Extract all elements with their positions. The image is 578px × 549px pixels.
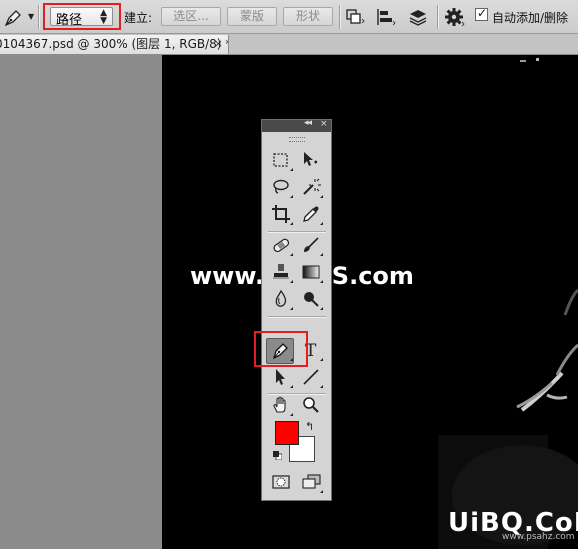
mode-highlight-box — [43, 3, 121, 30]
brush-tool[interactable] — [298, 233, 324, 257]
divider — [268, 316, 326, 318]
close-icon[interactable]: × — [214, 35, 223, 53]
hand-icon — [273, 396, 286, 413]
blur-icon — [275, 289, 287, 307]
divider — [38, 5, 40, 29]
tools-panel-header[interactable]: ◂◂ × — [262, 118, 331, 132]
canvas-image — [438, 58, 578, 549]
move-icon — [304, 152, 318, 166]
collapse-panel-icon[interactable]: ◂◂ — [304, 118, 312, 128]
document-tab[interactable]: 0104367.psd @ 300% (图层 1, RGB/8) * × — [0, 35, 229, 54]
path-alignment-button[interactable] — [374, 6, 398, 28]
blur-tool[interactable] — [268, 287, 294, 311]
path-selection-tool[interactable] — [268, 365, 294, 389]
pen-tool-icon — [4, 10, 21, 27]
settings-button[interactable] — [443, 6, 467, 28]
dodge-icon — [304, 292, 319, 307]
zoom-tool[interactable] — [298, 393, 324, 417]
path-arrangement-button[interactable] — [406, 6, 430, 28]
checkmark-icon: ✓ — [477, 6, 488, 20]
document-tab-bar: 0104367.psd @ 300% (图层 1, RGB/8) * × — [0, 34, 578, 55]
zoom-icon — [303, 397, 319, 413]
lasso-tool[interactable] — [268, 175, 294, 199]
clone-stamp-icon — [273, 264, 289, 279]
move-tool[interactable] — [298, 148, 324, 172]
clone-stamp-tool[interactable] — [268, 260, 294, 284]
gradient-icon — [302, 265, 320, 279]
path-arrangement-icon — [409, 10, 427, 26]
make-shape-button[interactable]: 形状 — [283, 7, 333, 26]
tools-panel: ◂◂ × T ↰ — [261, 118, 332, 501]
close-icon[interactable]: × — [320, 119, 328, 129]
brush-icon — [304, 237, 319, 252]
make-mask-button[interactable]: 蒙版 — [227, 7, 277, 26]
path-operations-icon — [346, 9, 365, 24]
eyedropper-tool[interactable] — [298, 202, 324, 226]
quick-mask-icon — [272, 475, 290, 489]
magic-wand-icon — [303, 178, 321, 195]
spot-healing-tool[interactable] — [268, 233, 294, 257]
foreground-color-swatch[interactable] — [275, 421, 299, 445]
panel-grip[interactable] — [289, 137, 305, 142]
path-alignment-icon — [377, 9, 396, 26]
default-colors-icon[interactable] — [273, 451, 282, 460]
swap-colors-icon[interactable]: ↰ — [305, 420, 314, 433]
tool-preset-picker[interactable]: ▼ — [2, 6, 34, 28]
crop-icon — [272, 205, 290, 223]
rectangular-marquee-icon — [273, 153, 288, 167]
spot-healing-icon — [273, 238, 290, 253]
pen-tool-highlight-box — [254, 331, 308, 367]
path-selection-icon — [276, 369, 285, 385]
document-canvas[interactable] — [162, 55, 578, 549]
make-selection-button[interactable]: 选区... — [161, 7, 221, 26]
magic-wand-tool[interactable] — [298, 175, 324, 199]
gradient-tool[interactable] — [298, 260, 324, 284]
divider — [437, 5, 439, 29]
make-label: 建立: — [124, 11, 153, 25]
auto-add-delete-label: 自动添加/删除 — [492, 11, 569, 25]
gear-icon — [445, 8, 465, 27]
screen-mode-icon — [302, 474, 321, 489]
chevron-down-icon: ▼ — [28, 12, 35, 21]
document-tab-title: 0104367.psd @ 300% (图层 1, RGB/8) * — [0, 37, 229, 51]
options-bar: ▼ 路径 ▲ ▼ 建立: 选区... 蒙版 形状 ✓ 自动添加/删除 — [0, 0, 578, 34]
screen-mode-button[interactable] — [298, 470, 324, 494]
watermark-bottom-sub: www.psahz.com — [502, 532, 575, 542]
hand-tool[interactable] — [268, 393, 294, 417]
auto-add-delete-checkbox[interactable]: ✓ — [475, 6, 488, 21]
lasso-icon — [273, 179, 289, 194]
line-icon — [303, 369, 319, 385]
divider — [339, 5, 341, 29]
rectangular-marquee-tool[interactable] — [268, 148, 294, 172]
line-tool[interactable] — [298, 365, 324, 389]
quick-mask-button[interactable] — [268, 470, 294, 494]
path-operations-button[interactable] — [343, 6, 367, 28]
pasteboard — [0, 55, 162, 549]
eyedropper-icon — [303, 206, 319, 222]
crop-tool[interactable] — [268, 202, 294, 226]
dodge-tool[interactable] — [298, 287, 324, 311]
